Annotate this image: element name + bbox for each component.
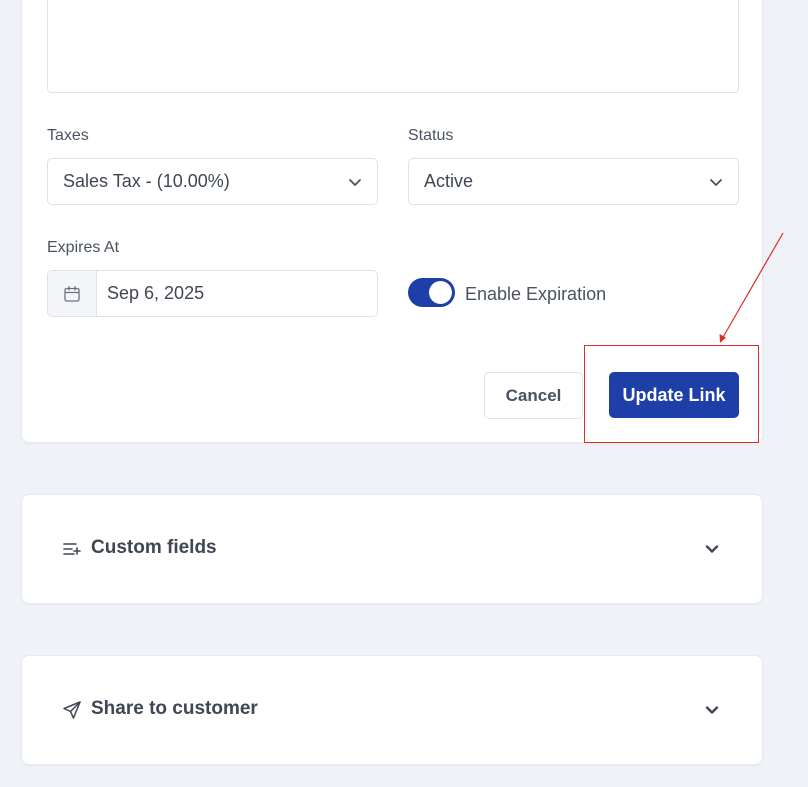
expires-at-value: Sep 6, 2025 <box>107 283 205 303</box>
chevron-down-icon <box>710 179 722 186</box>
calendar-icon-box <box>48 271 97 316</box>
status-select-value: Active <box>424 171 474 191</box>
chevron-down-icon[interactable] <box>704 541 720 557</box>
calendar-icon <box>64 285 80 302</box>
status-label: Status <box>408 127 454 144</box>
taxes-label: Taxes <box>47 127 89 144</box>
share-to-customer-section[interactable]: Share to customer <box>21 655 763 765</box>
send-icon <box>63 701 81 719</box>
custom-fields-section[interactable]: Custom fields <box>21 494 763 604</box>
taxes-select-value: Sales Tax - (10.00%) <box>63 171 230 191</box>
share-to-customer-title: Share to customer <box>91 698 258 719</box>
expires-at-label: Expires At <box>47 239 120 256</box>
update-link-button[interactable]: Update Link <box>609 372 739 418</box>
toggle-knob <box>429 281 452 304</box>
description-textarea[interactable] <box>47 0 739 93</box>
cancel-button[interactable]: Cancel <box>484 372 583 419</box>
edit-link-form-card: Taxes Sales Tax - (10.00%) Status Active… <box>21 0 763 443</box>
enable-expiration-label: Enable Expiration <box>465 284 607 304</box>
custom-fields-title: Custom fields <box>91 537 217 558</box>
list-plus-icon <box>63 543 81 555</box>
status-select[interactable]: Active <box>408 158 739 205</box>
enable-expiration-toggle[interactable] <box>408 278 455 307</box>
chevron-down-icon[interactable] <box>704 702 720 718</box>
chevron-down-icon <box>349 179 361 186</box>
expires-at-date-input[interactable]: Sep 6, 2025 <box>47 270 378 317</box>
taxes-select[interactable]: Sales Tax - (10.00%) <box>47 158 378 205</box>
